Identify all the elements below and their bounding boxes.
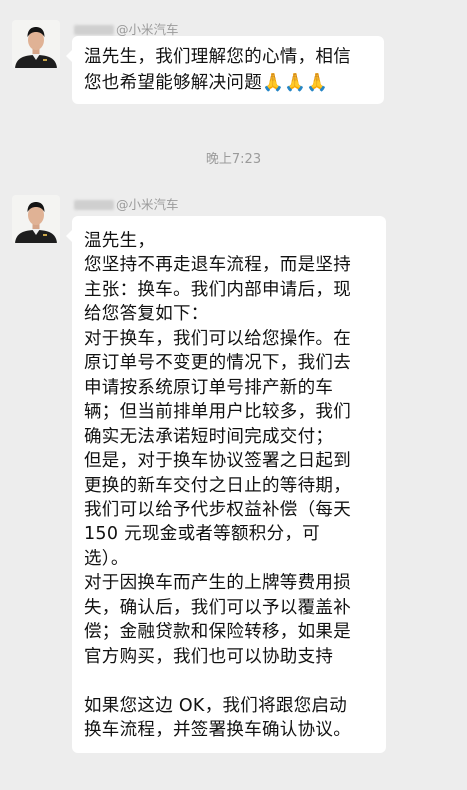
message-bubble[interactable]: 温先生， 您坚持不再走退车流程，而是坚持 主张：换车。我们内部申请后，现 给您答… bbox=[66, 216, 386, 753]
sender-name: @小米汽车 bbox=[74, 197, 179, 213]
time-divider: 晚上7:23 bbox=[205, 152, 262, 167]
avatar-photo-icon bbox=[12, 195, 60, 243]
message-bubble[interactable]: 温先生，我们理解您的心情，相信 您也希望能够解决问题🙏🙏🙏 bbox=[66, 36, 384, 104]
blurred-name bbox=[74, 24, 114, 35]
sender-label: @小米汽车 bbox=[116, 22, 179, 37]
avatar-photo-icon bbox=[12, 20, 60, 68]
sender-label: @小米汽车 bbox=[116, 197, 179, 212]
avatar[interactable] bbox=[12, 20, 60, 68]
blurred-name bbox=[74, 199, 114, 210]
avatar[interactable] bbox=[12, 195, 60, 243]
